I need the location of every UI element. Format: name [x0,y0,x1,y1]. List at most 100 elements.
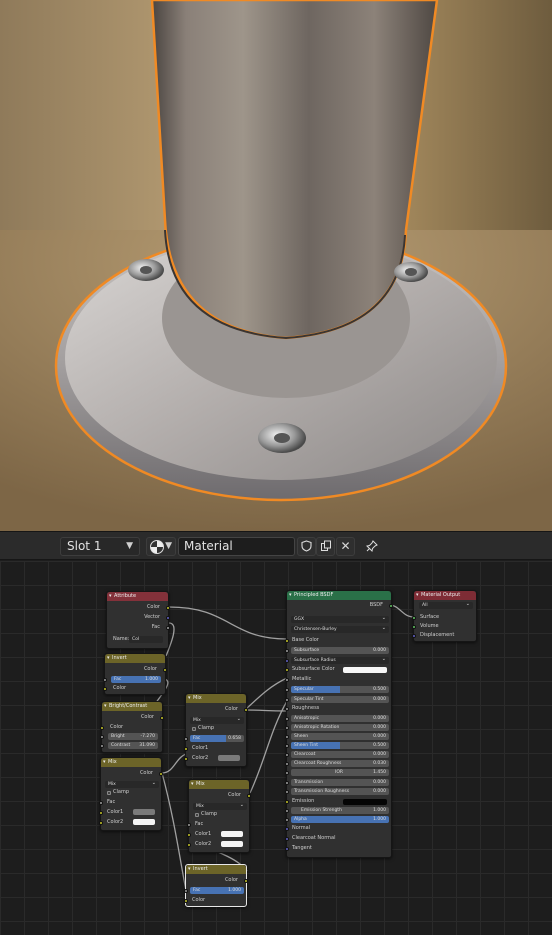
socket[interactable] [285,707,289,711]
node-editor-canvas[interactable]: Attribute Color Vector Fac Name: Col Inv… [0,561,552,935]
mix-node[interactable]: Mix Color Mix Clamp Fac Color1 Color2 [99,757,163,831]
socket[interactable] [244,879,248,883]
socket[interactable] [99,801,103,805]
socket[interactable] [412,616,416,620]
fake-user-shield-icon[interactable] [297,537,316,556]
socket[interactable] [244,708,248,712]
socket[interactable] [184,757,188,761]
render-target-select[interactable]: All [419,601,473,609]
socket[interactable] [285,698,289,702]
socket[interactable] [285,649,289,653]
socket[interactable] [166,616,170,620]
socket[interactable] [412,625,416,629]
socket[interactable] [187,833,191,837]
transmission-field[interactable]: Transmission 0.000 [291,779,389,786]
material-slot-select[interactable]: Slot 1 ▼ [60,537,140,556]
emission-strength-field[interactable]: Emission Strength 1.000 [291,807,389,814]
socket[interactable] [285,847,289,851]
bright-field[interactable]: Bright -7.270 [108,733,158,740]
duplicate-icon[interactable] [316,537,335,556]
socket[interactable] [285,726,289,730]
socket[interactable] [412,634,416,638]
socket[interactable] [285,688,289,692]
blend-type-select[interactable]: Mix [190,716,244,724]
socket[interactable] [103,678,107,682]
clamp-checkbox[interactable] [192,727,196,731]
socket[interactable] [285,668,289,672]
color1-swatch[interactable] [221,831,243,837]
socket[interactable] [160,716,164,720]
socket[interactable] [285,827,289,831]
sheen-field[interactable]: Sheen 0.000 [291,733,389,740]
browse-material-button[interactable]: ▼ [146,537,176,556]
socket[interactable] [285,717,289,721]
subsurface-color-swatch[interactable] [343,667,387,673]
socket[interactable] [184,737,188,741]
socket[interactable] [285,771,289,775]
material-name-field[interactable]: Material [178,537,295,556]
viewport-render[interactable] [0,0,552,531]
socket[interactable] [285,753,289,757]
contrast-field[interactable]: Contrast 31.090 [108,742,158,749]
ior-field[interactable]: IOR 1.450 [291,769,389,776]
socket[interactable] [285,809,289,813]
principled-bsdf-node[interactable]: Principled BSDF BSDF GGX Christensen-Bur… [285,590,393,858]
blend-type-select[interactable]: Mix [193,802,247,810]
socket[interactable] [184,747,188,751]
attribute-name-field[interactable]: Col [129,636,163,643]
clamp-checkbox[interactable] [107,791,111,795]
socket[interactable] [285,790,289,794]
socket[interactable] [166,626,170,630]
pin-icon[interactable] [362,537,381,556]
anisotropic-field[interactable]: Anisotropic 0.000 [291,715,389,722]
blend-type-select[interactable]: Mix [105,780,159,788]
socket[interactable] [163,668,167,672]
mix-node[interactable]: Mix Color Mix Clamp Fac 0.658 Color1 Colo… [184,693,248,767]
fac-field[interactable]: Fac 1.000 [111,676,161,683]
emission-color-swatch[interactable] [343,799,387,805]
bright-contrast-node[interactable]: Bright/Contrast Color Color Bright -7.27… [100,701,164,753]
socket[interactable] [285,800,289,804]
socket[interactable] [285,781,289,785]
color2-swatch[interactable] [133,819,155,825]
socket[interactable] [159,772,163,776]
color2-swatch[interactable] [218,755,240,761]
socket[interactable] [285,678,289,682]
socket[interactable] [99,811,103,815]
socket[interactable] [187,823,191,827]
alpha-field[interactable]: Alpha 1.000 [291,816,389,823]
socket[interactable] [285,639,289,643]
anisotropic-rotation-field[interactable]: Anisotropic Rotation 0.000 [291,724,389,731]
socket[interactable] [247,794,251,798]
distribution-select[interactable]: GGX [291,615,389,623]
socket[interactable] [184,899,188,903]
socket[interactable] [285,659,289,663]
socket[interactable] [285,837,289,841]
color2-swatch[interactable] [221,841,243,847]
color1-swatch[interactable] [133,809,155,815]
socket[interactable] [99,821,103,825]
clearcoat-roughness-field[interactable]: Clearcoat Roughness 0.030 [291,760,389,767]
fac-field[interactable]: Fac 1.000 [190,887,244,894]
socket[interactable] [184,889,188,893]
socket[interactable] [285,762,289,766]
socket[interactable] [285,818,289,822]
socket[interactable] [100,744,104,748]
socket[interactable] [100,735,104,739]
subsurface-method-select[interactable]: Christensen-Burley [291,625,389,633]
attribute-node[interactable]: Attribute Color Vector Fac Name: Col [106,591,170,649]
socket[interactable] [389,604,393,608]
socket[interactable] [100,726,104,730]
sheen-tint-field[interactable]: Sheen Tint 0.500 [291,742,389,749]
clamp-checkbox[interactable] [195,813,199,817]
subsurface-radius-field[interactable]: Subsurface Radius [291,656,389,664]
clearcoat-field[interactable]: Clearcoat 0.000 [291,751,389,758]
invert-node[interactable]: Invert Color Fac 1.000 Color [103,653,167,695]
socket[interactable] [166,606,170,610]
socket[interactable] [285,744,289,748]
specular-tint-field[interactable]: Specular Tint 0.000 [291,696,389,703]
fac-field[interactable]: Fac 0.658 [190,735,244,742]
socket[interactable] [187,843,191,847]
socket[interactable] [285,735,289,739]
transmission-roughness-field[interactable]: Transmission Roughness 0.000 [291,788,389,795]
